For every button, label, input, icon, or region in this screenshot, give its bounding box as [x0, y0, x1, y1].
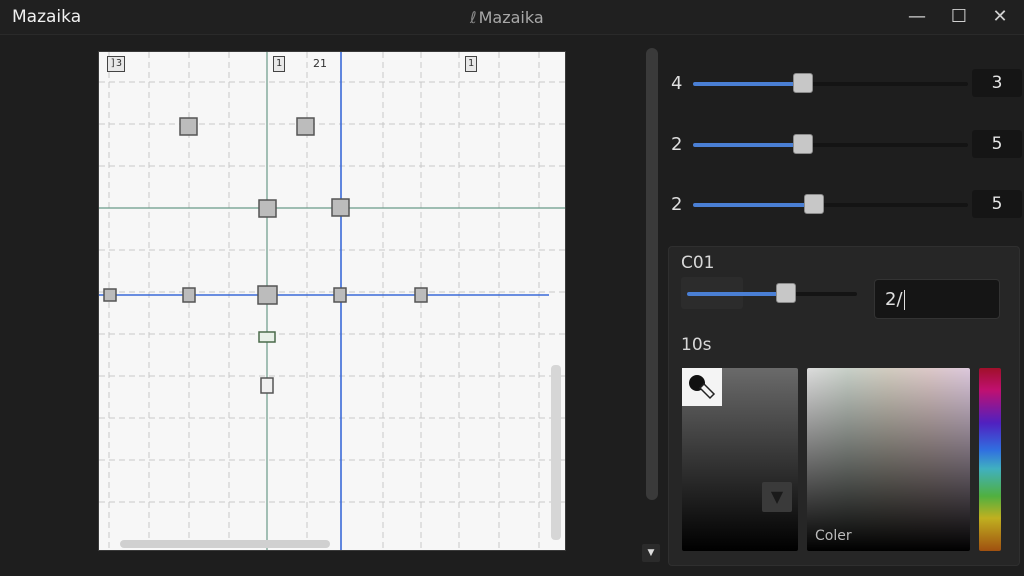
canvas-horizontal-scrollbar[interactable]	[120, 540, 330, 548]
slider-thumb[interactable]	[793, 73, 813, 93]
slider-fill	[693, 143, 803, 147]
color-value-text: 2/	[885, 289, 903, 310]
app-logo-icon: ℓ	[470, 8, 477, 27]
eyedropper-icon[interactable]	[686, 372, 716, 402]
node-handle[interactable]	[179, 117, 198, 136]
node-handle[interactable]	[258, 199, 277, 218]
canvas-tag: 1	[465, 56, 478, 72]
node-handle[interactable]	[296, 117, 315, 136]
slider-fill	[693, 203, 814, 207]
node-handle[interactable]	[331, 198, 350, 217]
slider-fill	[693, 82, 803, 86]
window-title: ℓ Mazaika	[470, 8, 544, 27]
slider-thumb[interactable]	[804, 194, 824, 214]
color-panel: C01 2/ 10s ▼ Coler	[668, 246, 1020, 566]
slider-thumb[interactable]	[793, 134, 813, 154]
color-slider-fill	[687, 292, 786, 296]
slider-track[interactable]	[693, 194, 968, 214]
slider-track[interactable]	[693, 73, 968, 93]
dropdown-arrow-icon[interactable]: ▼	[762, 482, 792, 512]
shade-picker[interactable]: ▼	[682, 368, 798, 551]
node-handle[interactable]	[414, 287, 428, 303]
mosaic-canvas[interactable]: ]3 1 21 1	[99, 52, 565, 550]
canvas-tag: ]3	[107, 56, 126, 72]
slider-track[interactable]	[693, 134, 968, 154]
window-title-text: Mazaika	[478, 8, 544, 27]
color-slider-track[interactable]	[687, 283, 857, 303]
slider-label: 2	[671, 194, 683, 215]
node-handle[interactable]	[182, 287, 196, 303]
slider-label: 4	[671, 73, 683, 94]
slider-row: 2 5	[668, 130, 1022, 160]
color-panel-subtitle: 10s	[681, 335, 712, 355]
color-value-input[interactable]: 2/	[874, 279, 1000, 319]
node-handle[interactable]	[333, 287, 347, 303]
slider-value[interactable]: 5	[972, 130, 1022, 158]
slider-label: 2	[671, 134, 683, 155]
node-handle[interactable]	[257, 285, 278, 305]
text-caret	[903, 290, 905, 310]
slider-value[interactable]: 5	[972, 190, 1022, 218]
canvas-grid	[99, 52, 565, 550]
node-handle[interactable]	[103, 288, 117, 302]
color-spectrum[interactable]: Coler	[807, 368, 970, 551]
maximize-button[interactable]: ☐	[944, 4, 974, 30]
current-color-swatch[interactable]	[682, 368, 722, 406]
panel-scrollbar[interactable]	[646, 48, 658, 500]
canvas-tag: 1	[273, 56, 286, 72]
hue-bar[interactable]	[979, 368, 1001, 551]
slider-row: 2 5	[668, 190, 1022, 220]
title-bar: Mazaika ℓ Mazaika — ☐ ✕	[0, 0, 1024, 35]
spectrum-label: Coler	[815, 528, 852, 544]
node-handle[interactable]	[260, 377, 274, 394]
color-panel-title: C01	[681, 253, 715, 273]
node-handle[interactable]	[258, 331, 276, 343]
canvas-number: 21	[313, 57, 327, 70]
slider-value[interactable]: 3	[972, 69, 1022, 97]
minimize-button[interactable]: —	[902, 4, 932, 30]
close-button[interactable]: ✕	[985, 4, 1015, 30]
scroll-down-arrow-icon[interactable]: ▼	[642, 544, 660, 562]
slider-row: 4 3	[668, 69, 1022, 99]
color-slider-thumb[interactable]	[775, 283, 796, 303]
canvas-vertical-scrollbar[interactable]	[551, 365, 561, 540]
app-name: Mazaika	[12, 7, 82, 27]
